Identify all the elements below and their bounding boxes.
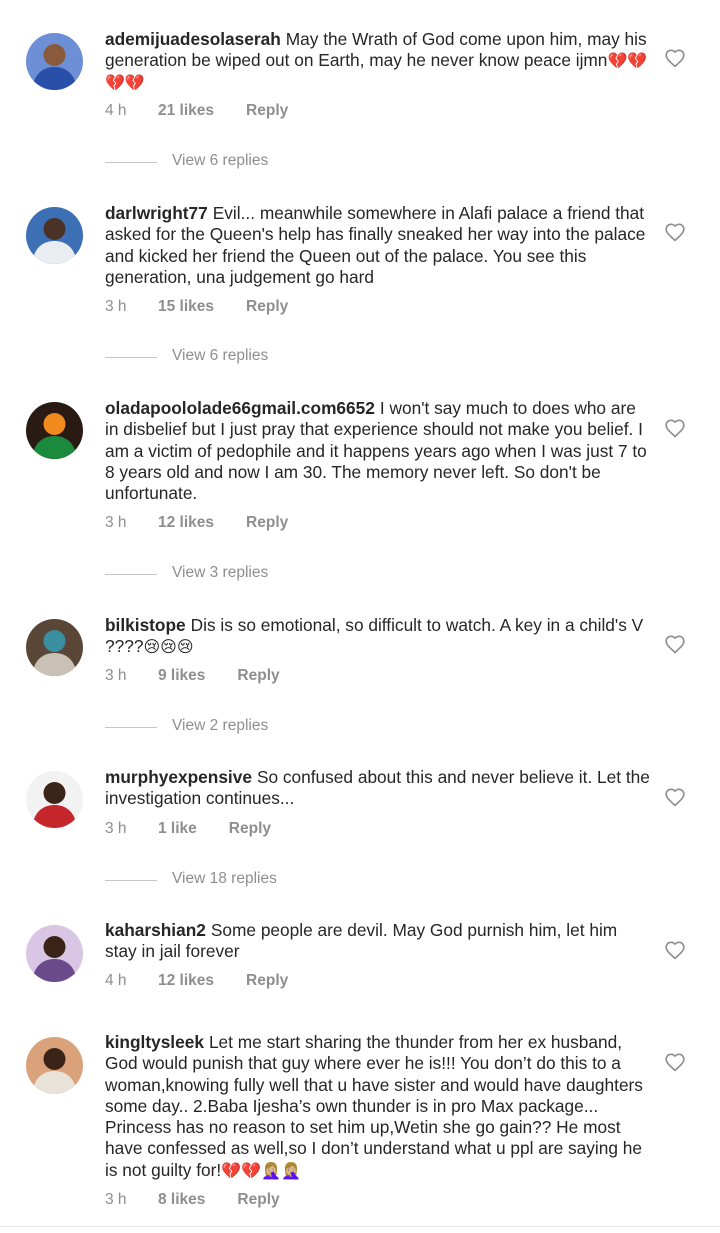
view-replies-label[interactable]: View 6 replies (172, 152, 268, 170)
comment-timestamp: 4 h (105, 102, 127, 119)
comment-meta: 3 h 8 likes Reply (105, 1191, 280, 1209)
avatar[interactable] (26, 771, 83, 828)
comment-timestamp: 3 h (105, 820, 127, 837)
reply-button[interactable]: Reply (246, 102, 288, 120)
heart-outline-icon[interactable] (664, 1052, 686, 1072)
likes-count-link[interactable]: 12 likes (158, 514, 214, 532)
comment-body: ademijuadesolaserah May the Wrath of God … (105, 29, 650, 93)
comment-timestamp: 4 h (105, 972, 127, 989)
reply-button[interactable]: Reply (237, 667, 279, 685)
comment-meta: 3 h 12 likes Reply (105, 514, 288, 532)
avatar[interactable] (26, 1037, 83, 1094)
replies-divider-line (105, 880, 157, 881)
comment-username[interactable]: kingltysleek (105, 1032, 204, 1052)
comment-meta: 4 h 21 likes Reply (105, 102, 288, 120)
view-replies-label[interactable]: View 2 replies (172, 717, 268, 735)
comment-username[interactable]: ademijuadesolaserah (105, 29, 281, 49)
likes-count-link[interactable]: 12 likes (158, 972, 214, 990)
replies-divider-line (105, 162, 157, 163)
heart-outline-icon[interactable] (664, 940, 686, 960)
reply-button[interactable]: Reply (246, 514, 288, 532)
avatar[interactable] (26, 619, 83, 676)
comment-meta: 3 h 15 likes Reply (105, 298, 288, 316)
heart-outline-icon[interactable] (664, 787, 686, 807)
replies-divider-line (105, 357, 157, 358)
comment-body: darlwright77 Evil... meanwhile somewhere … (105, 203, 650, 288)
comment-meta: 3 h 9 likes Reply (105, 667, 280, 685)
comment-emoji: 💔💔🤦🏼‍♀️🤦🏼‍♀️ (221, 1160, 301, 1180)
comment-text: Let me start sharing the thunder from he… (105, 1032, 643, 1180)
comment-body: kingltysleek Let me start sharing the thu… (105, 1032, 650, 1181)
reply-button[interactable]: Reply (237, 1191, 279, 1209)
likes-count-link[interactable]: 1 like (158, 820, 197, 838)
likes-count-link[interactable]: 15 likes (158, 298, 214, 316)
comment-body: bilkistope Dis is so emotional, so diffic… (105, 615, 650, 658)
comment-body: kaharshian2 Some people are devil. May Go… (105, 920, 650, 963)
heart-outline-icon[interactable] (664, 634, 686, 654)
reply-button[interactable]: Reply (229, 820, 271, 838)
comment-timestamp: 3 h (105, 298, 127, 315)
comment-body: oladapoololade66gmail.com6652 I won't say… (105, 398, 650, 504)
comment-username[interactable]: murphyexpensive (105, 767, 252, 787)
avatar[interactable] (26, 402, 83, 459)
bottom-divider (0, 1226, 720, 1227)
comment-username[interactable]: kaharshian2 (105, 920, 206, 940)
reply-button[interactable]: Reply (246, 298, 288, 316)
comment-timestamp: 3 h (105, 667, 127, 684)
comment-timestamp: 3 h (105, 1191, 127, 1208)
comment-timestamp: 3 h (105, 514, 127, 531)
replies-divider-line (105, 574, 157, 575)
comment-emoji: 😢😢😢 (143, 637, 194, 657)
heart-outline-icon[interactable] (664, 222, 686, 242)
heart-outline-icon[interactable] (664, 48, 686, 68)
avatar[interactable] (26, 925, 83, 982)
comment-body: murphyexpensive So confused about this an… (105, 767, 650, 810)
heart-outline-icon[interactable] (664, 418, 686, 438)
reply-button[interactable]: Reply (246, 972, 288, 990)
avatar[interactable] (26, 207, 83, 264)
likes-count-link[interactable]: 8 likes (158, 1191, 205, 1209)
avatar[interactable] (26, 33, 83, 90)
comment-username[interactable]: bilkistope (105, 615, 186, 635)
view-replies-label[interactable]: View 6 replies (172, 347, 268, 365)
comment-username[interactable]: oladapoololade66gmail.com6652 (105, 398, 375, 418)
likes-count-link[interactable]: 9 likes (158, 667, 205, 685)
likes-count-link[interactable]: 21 likes (158, 102, 214, 120)
comment-meta: 4 h 12 likes Reply (105, 972, 288, 990)
replies-divider-line (105, 727, 157, 728)
view-replies-label[interactable]: View 18 replies (172, 870, 277, 888)
view-replies-label[interactable]: View 3 replies (172, 564, 268, 582)
comment-meta: 3 h 1 like Reply (105, 820, 271, 838)
comment-username[interactable]: darlwright77 (105, 203, 208, 223)
